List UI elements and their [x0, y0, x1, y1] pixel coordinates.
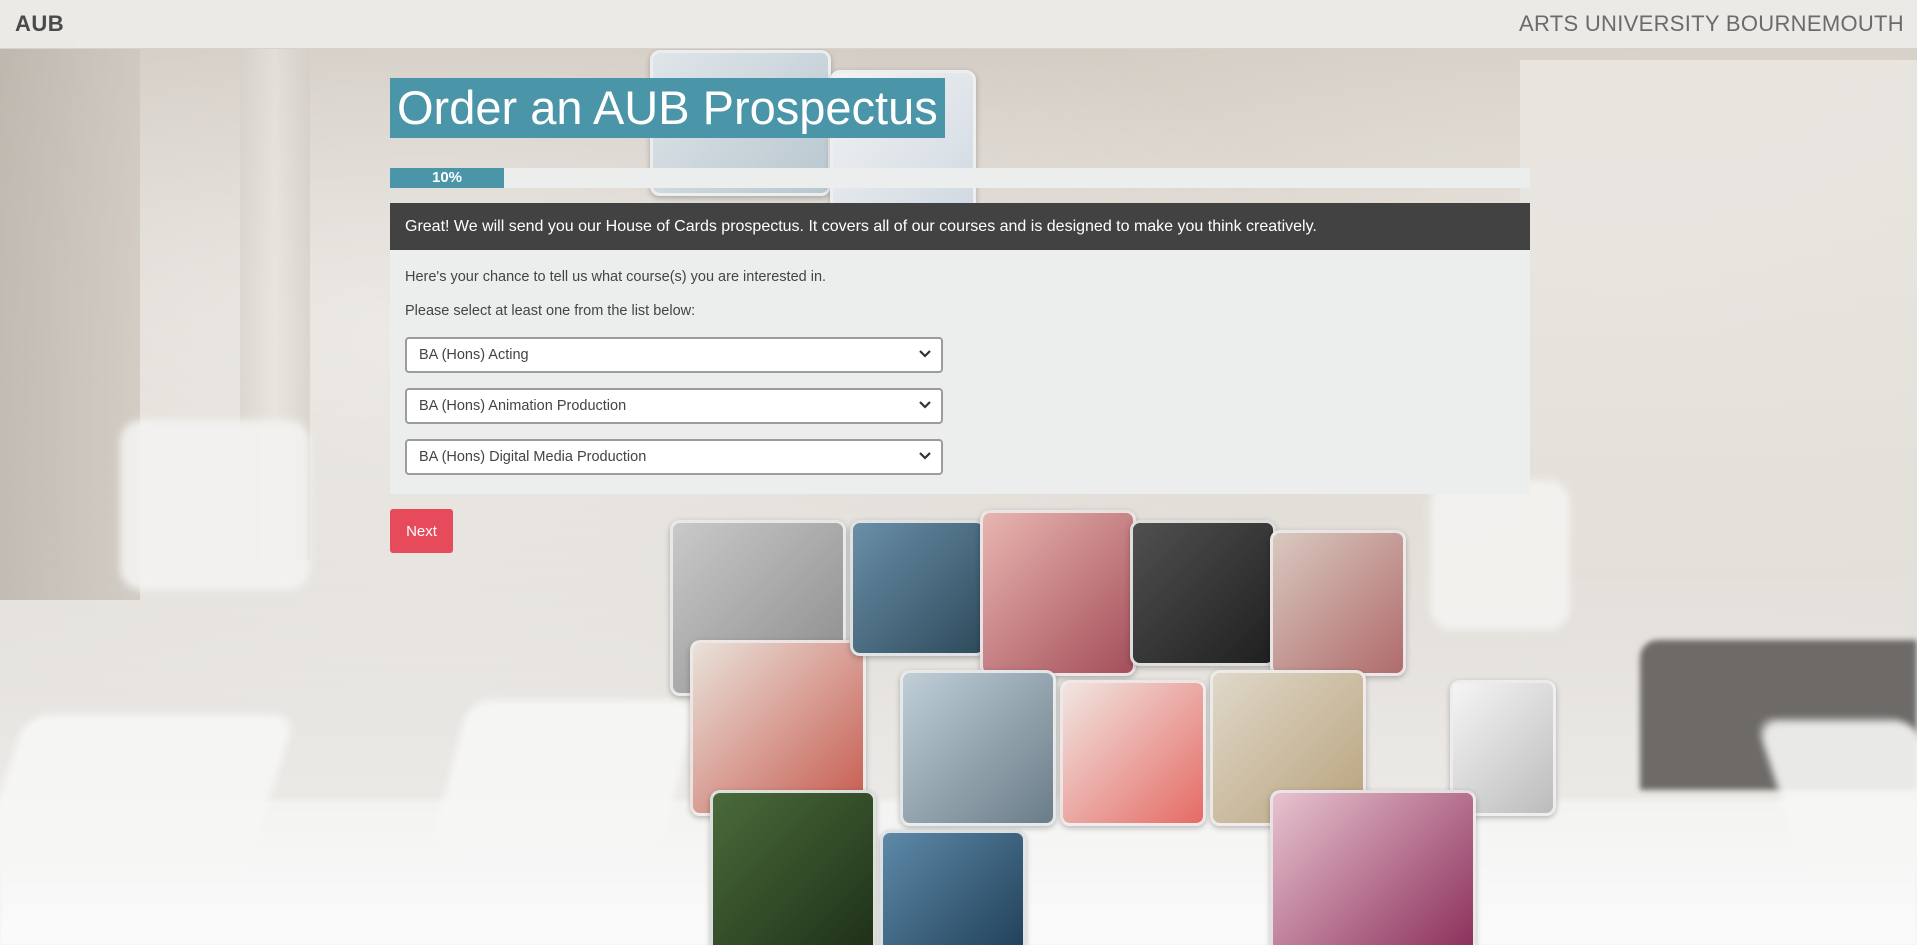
- next-button[interactable]: Next: [390, 509, 453, 553]
- panel-body: Here's your chance to tell us what cours…: [390, 250, 1530, 494]
- course-select-2[interactable]: BA (Hons) Animation Production: [405, 388, 943, 424]
- background-chair: [0, 715, 296, 875]
- course-select-value: BA (Hons) Acting: [419, 347, 529, 363]
- panel-heading: Great! We will send you our House of Car…: [390, 203, 1530, 250]
- prospectus-form: Order an AUB Prospectus 10% Great! We wi…: [390, 78, 1530, 553]
- chevron-down-icon: [919, 339, 933, 371]
- brand-logo[interactable]: AUB: [15, 11, 64, 37]
- chevron-down-icon: [919, 441, 933, 473]
- course-select-value: BA (Hons) Animation Production: [419, 398, 627, 414]
- progress-bar: 10%: [390, 168, 1530, 188]
- progress-fill: 10%: [390, 168, 504, 188]
- course-select-1[interactable]: BA (Hons) Acting: [405, 337, 943, 373]
- intro-text: Here's your chance to tell us what cours…: [405, 269, 827, 285]
- course-select-value: BA (Hons) Digital Media Production: [419, 449, 647, 465]
- course-select-3[interactable]: BA (Hons) Digital Media Production: [405, 439, 943, 475]
- background-wall: [0, 40, 140, 600]
- institution-name: ARTS UNIVERSITY BOURNEMOUTH: [1518, 11, 1904, 36]
- chevron-down-icon: [919, 390, 933, 422]
- page-title: Order an AUB Prospectus: [390, 78, 945, 138]
- background-window: [1520, 60, 1917, 580]
- top-bar: AUB ARTS UNIVERSITY BOURNEMOUTH: [0, 0, 1917, 49]
- background-chair: [120, 420, 310, 590]
- instruction-text: Please select at least one from the list…: [405, 303, 696, 319]
